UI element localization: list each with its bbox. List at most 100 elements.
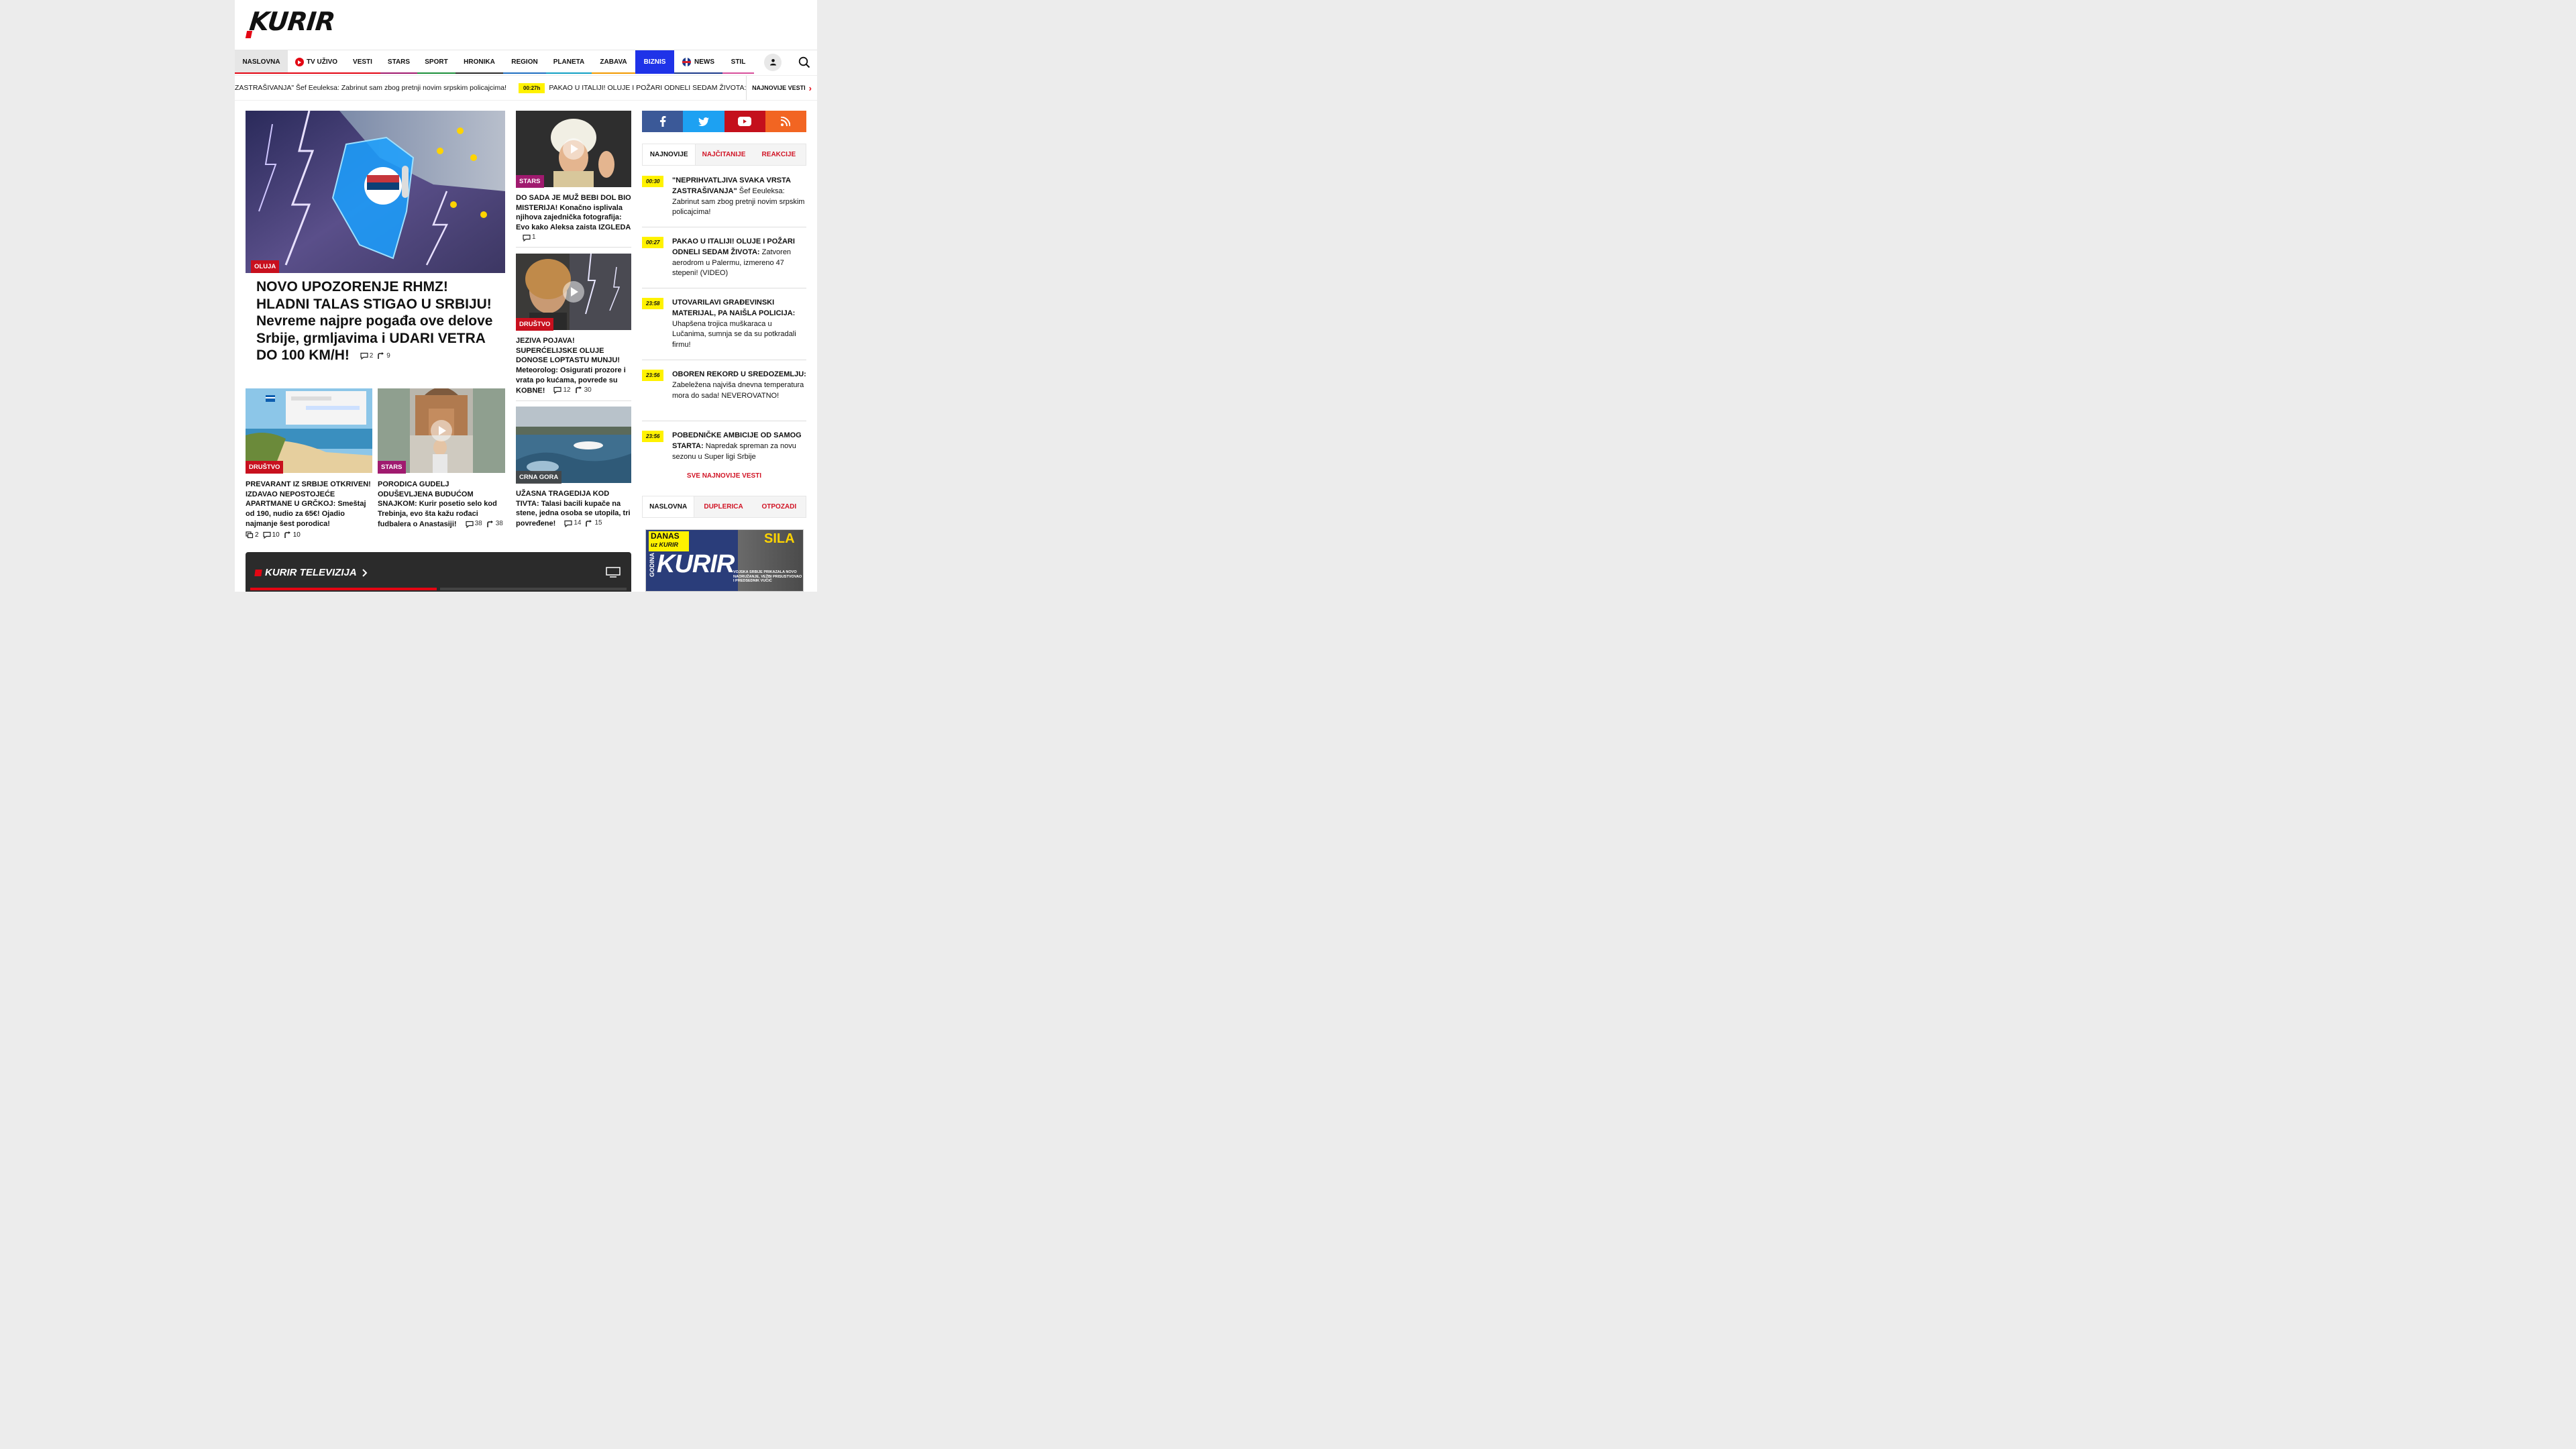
nav-item-stars[interactable]: STARS	[380, 50, 417, 74]
list-item[interactable]: 23:56 POBEDNIČKE AMBICIJE OD SAMOG START…	[642, 431, 806, 464]
newspaper-cover[interactable]: DANAS uz KURIR SILA GODINA KURIR VOJSKA …	[645, 529, 804, 592]
nav-label: TV UŽIVO	[306, 58, 338, 66]
tv-tab-active[interactable]	[250, 588, 437, 590]
comment-count: 10	[272, 531, 280, 539]
comment-icon	[466, 521, 474, 528]
tab-reakcije[interactable]: REAKCIJE	[751, 144, 806, 165]
tab-naslovna[interactable]: NASLOVNA	[643, 496, 695, 517]
tab-otpozadi[interactable]: OTPOZADI	[752, 496, 806, 517]
comment-icon	[553, 387, 562, 394]
video-play-icon[interactable]	[563, 281, 584, 303]
logo-text: KURIR	[248, 7, 336, 36]
ticker-time-badge: 00:27h	[519, 83, 545, 93]
nav-underline	[546, 72, 592, 74]
tv-title: KURIR TELEVIZIJA	[265, 567, 357, 578]
news-headline: OBOREN REKORD U SREDOZEMLJU: Zabeležena …	[672, 370, 806, 401]
tab-najcitanije[interactable]: NAJČITANIJE	[696, 144, 752, 165]
facebook-icon	[659, 116, 666, 127]
tv-tab[interactable]	[440, 588, 627, 590]
comment-count: 14	[574, 519, 582, 527]
article-meta: 12 30	[549, 386, 592, 396]
gallery-icon	[246, 531, 254, 539]
nav-item-news[interactable]: NEWS	[674, 50, 722, 74]
nav-item-region[interactable]: REGION	[503, 50, 546, 74]
comment-count: 1	[532, 233, 536, 241]
twitter-button[interactable]	[683, 111, 724, 132]
kurir-logo[interactable]: KURIR	[245, 7, 336, 40]
nav-item-naslovna[interactable]: NASLOVNA	[235, 50, 288, 74]
nav-label: STIL	[731, 58, 746, 66]
category-badge[interactable]: OLUJA	[251, 260, 280, 273]
page: KURIR NASLOVNA TV UŽIVO VESTI STARS SPOR…	[235, 0, 817, 592]
cover-uz: uz KURIR	[651, 541, 687, 549]
article-headline[interactable]: PORODICA GUDELJ ODUŠEVLJENA BUDUĆOM SNAJ…	[378, 480, 505, 529]
facebook-button[interactable]	[642, 111, 684, 132]
article-headline[interactable]: PREVARANT IZ SRBIJE OTKRIVEN! IZDAVAO NE…	[246, 480, 372, 540]
list-item[interactable]: 00:27 PAKAO U ITALIJI! OLUJE I POŽARI OD…	[642, 237, 806, 288]
nav-item-sport[interactable]: SPORT	[417, 50, 455, 74]
list-item[interactable]: 23:58 UTOVARILAVI GRAĐEVINSKI MATERIJAL,…	[642, 298, 806, 360]
comment-count: 12	[563, 386, 571, 394]
tv-screen-icon[interactable]	[606, 567, 621, 578]
share-icon	[284, 531, 290, 539]
comment-icon	[262, 532, 271, 539]
kurir-tv-section: KURIR TELEVIZIJA	[246, 552, 631, 592]
share-count: 10	[292, 531, 301, 539]
nav-item-planeta[interactable]: PLANETA	[546, 50, 592, 74]
cover-sila: SILA	[764, 531, 795, 546]
nav-item-biznis[interactable]: BIZNIS	[635, 50, 674, 74]
nav-item-hronika[interactable]: HRONIKA	[455, 50, 503, 74]
nav-item-stil[interactable]: STIL	[722, 50, 754, 74]
chevron-right-icon	[362, 568, 368, 577]
twitter-icon	[698, 117, 709, 126]
news-tabs: NAJNOVIJE NAJČITANIJE REAKCIJE	[642, 144, 806, 166]
article-headline[interactable]: UŽASNA TRAGEDIJA KOD TIVTA: Talasi bacil…	[516, 489, 631, 529]
uk-flag-icon	[682, 58, 691, 66]
nav-item-vesti[interactable]: VESTI	[345, 50, 380, 74]
category-badge[interactable]: DRUŠTVO	[516, 318, 554, 331]
article-headline[interactable]: JEZIVA POJAVA! SUPERĆELIJSKE OLUJE DONOS…	[516, 336, 631, 395]
share-count: 38	[495, 519, 503, 527]
list-item[interactable]: 00:30 "NEPRIHVATLJIVA SVAKA VRSTA ZASTRA…	[642, 176, 806, 227]
tab-najnovije[interactable]: NAJNOVIJE	[643, 144, 696, 165]
cover-masthead: KURIR	[657, 550, 735, 578]
main-nav: NASLOVNA TV UŽIVO VESTI STARS SPORT HRON…	[235, 50, 817, 74]
share-icon	[378, 352, 384, 359]
account-button[interactable]	[754, 50, 792, 74]
all-latest-news-link[interactable]: SVE NAJNOVIJE VESTI	[642, 472, 806, 480]
ticker-item-text[interactable]: ZASTRAŠIVANJA" Šef Eeuleksa: Zabrinut sa…	[235, 84, 506, 92]
youtube-button[interactable]	[724, 111, 765, 132]
tv-square-icon	[254, 569, 262, 576]
nav-item-tv-uzivo[interactable]: TV UŽIVO	[288, 50, 345, 74]
cover-uz-text: uz	[651, 541, 657, 548]
search-button[interactable]	[792, 50, 817, 74]
kurir-tv-link[interactable]: KURIR TELEVIZIJA	[254, 567, 368, 578]
category-badge[interactable]: DRUŠTVO	[246, 461, 284, 474]
comment-icon	[564, 520, 572, 527]
share-count: 9	[386, 352, 390, 360]
article-meta: 38 38	[462, 519, 503, 529]
latest-news-label: NAJNOVIJE VESTI	[752, 85, 806, 91]
news-time-badge: 23:56	[642, 370, 664, 381]
list-item[interactable]: 23:56 OBOREN REKORD U SREDOZEMLJU: Zabel…	[642, 370, 806, 421]
tab-duplerica[interactable]: DUPLERICA	[694, 496, 753, 517]
logo-mark	[245, 31, 253, 38]
article-headline[interactable]: DO SADA JE MUŽ BEBI DOL BIO MISTERIJA! K…	[516, 193, 631, 243]
headline-bold: OBOREN REKORD U SREDOZEMLJU:	[672, 370, 806, 378]
article-meta: 2 10 10	[246, 531, 372, 541]
hero-image[interactable]	[246, 111, 505, 284]
headline-bold: UTOVARILAVI GRAĐEVINSKI MATERIJAL, PA NA…	[672, 299, 796, 317]
video-play-icon[interactable]	[431, 420, 452, 441]
category-badge[interactable]: STARS	[378, 461, 406, 474]
share-count: 15	[594, 519, 602, 527]
latest-news-link[interactable]: NAJNOVIJE VESTI ›	[746, 76, 817, 100]
headline-rest: Uhapšena trojica muškaraca u Lučanima, s…	[672, 319, 796, 350]
video-play-icon[interactable]	[563, 138, 584, 160]
nav-item-zabava[interactable]: ZABAVA	[592, 50, 635, 74]
news-headline: "NEPRIHVATLJIVA SVAKA VRSTA ZASTRAŠIVANJ…	[672, 176, 806, 218]
category-badge[interactable]: CRNA GORA	[516, 471, 562, 484]
cover-headline: VOJSKA SRBIJE PRIKAZALA NOVO NAORUŽANJE,…	[733, 570, 802, 583]
hero-headline[interactable]: NOVO UPOZORENJE RHMZ! HLADNI TALAS STIGA…	[246, 273, 506, 365]
rss-button[interactable]	[765, 111, 806, 132]
category-badge[interactable]: STARS	[516, 175, 544, 188]
